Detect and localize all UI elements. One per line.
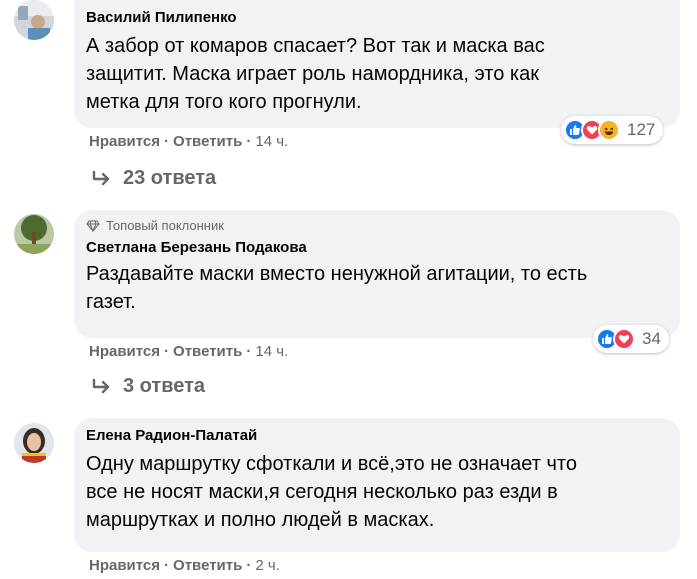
separator: ·	[246, 343, 252, 360]
avatar[interactable]	[14, 423, 54, 463]
avatar[interactable]	[14, 214, 54, 254]
reply-button[interactable]: Ответить	[173, 557, 242, 574]
reactions-summary[interactable]: 34	[593, 325, 669, 353]
view-replies-link[interactable]: 23 ответа	[91, 167, 216, 190]
comment-timestamp[interactable]: 14 ч.	[255, 133, 288, 150]
reply-arrow-icon	[92, 378, 110, 393]
comment-bubble: Василий Пилипенко А забор от комаров спа…	[74, 0, 680, 128]
comment-text-line: маршрутках и полно людей в масках.	[86, 509, 435, 531]
comment-text-line: Раздавайте маски вместо ненужной агитаци…	[86, 263, 588, 285]
reactions-summary[interactable]: 127	[561, 116, 664, 144]
comment-actions: Нравится · Ответить · 14 ч.	[89, 343, 288, 360]
comment-text-line: метка для того кого прогнули.	[86, 91, 362, 113]
comment-timestamp[interactable]: 14 ч.	[255, 343, 288, 360]
avatar[interactable]	[14, 0, 54, 40]
top-fan-label: Топовый поклонник	[106, 218, 224, 233]
view-replies-link[interactable]: 3 ответа	[91, 375, 205, 398]
love-reaction-icon	[613, 328, 635, 350]
separator: ·	[164, 133, 170, 150]
comment-bubble: Елена Радион-Палатай Одну маршрутку сфот…	[74, 418, 680, 552]
top-fan-badge: Топовый поклонник	[86, 218, 668, 234]
comment-text-line: А забор от комаров спасает? Вот так и ма…	[86, 35, 545, 57]
comment-text-line: Одну маршрутку сфоткали и всё,это не озн…	[86, 453, 577, 475]
reply-button[interactable]: Ответить	[173, 133, 242, 150]
comment-actions: Нравится · Ответить · 2 ч.	[89, 557, 280, 574]
separator: ·	[246, 557, 252, 574]
reaction-count: 127	[627, 120, 656, 139]
comment-author[interactable]: Елена Радион-Палатай	[86, 426, 668, 446]
comment-bubble: Топовый поклонник Светлана Березань Пода…	[74, 210, 680, 338]
comment-text-line: газет.	[86, 291, 136, 313]
separator: ·	[164, 343, 170, 360]
like-button[interactable]: Нравится	[89, 133, 160, 150]
haha-reaction-icon	[598, 119, 620, 141]
reply-button[interactable]: Ответить	[173, 343, 242, 360]
replies-count: 23 ответа	[123, 167, 217, 189]
comment-author[interactable]: Василий Пилипенко	[86, 8, 668, 28]
comment-actions: Нравится · Ответить · 14 ч.	[89, 133, 288, 150]
diamond-icon	[86, 220, 100, 232]
separator: ·	[246, 133, 252, 150]
reply-arrow-icon	[92, 170, 110, 185]
comment-timestamp[interactable]: 2 ч.	[255, 557, 280, 574]
comment-text-line: защитит. Маска играет роль намордника, э…	[86, 63, 539, 85]
like-button[interactable]: Нравится	[89, 557, 160, 574]
reaction-count: 34	[642, 329, 661, 348]
like-button[interactable]: Нравится	[89, 343, 160, 360]
comment-author[interactable]: Светлана Березань Подакова	[86, 238, 668, 258]
separator: ·	[164, 557, 170, 574]
comment-text-line: все не носят маски,я сегодня несколько р…	[86, 481, 558, 503]
replies-count: 3 ответа	[123, 375, 206, 397]
